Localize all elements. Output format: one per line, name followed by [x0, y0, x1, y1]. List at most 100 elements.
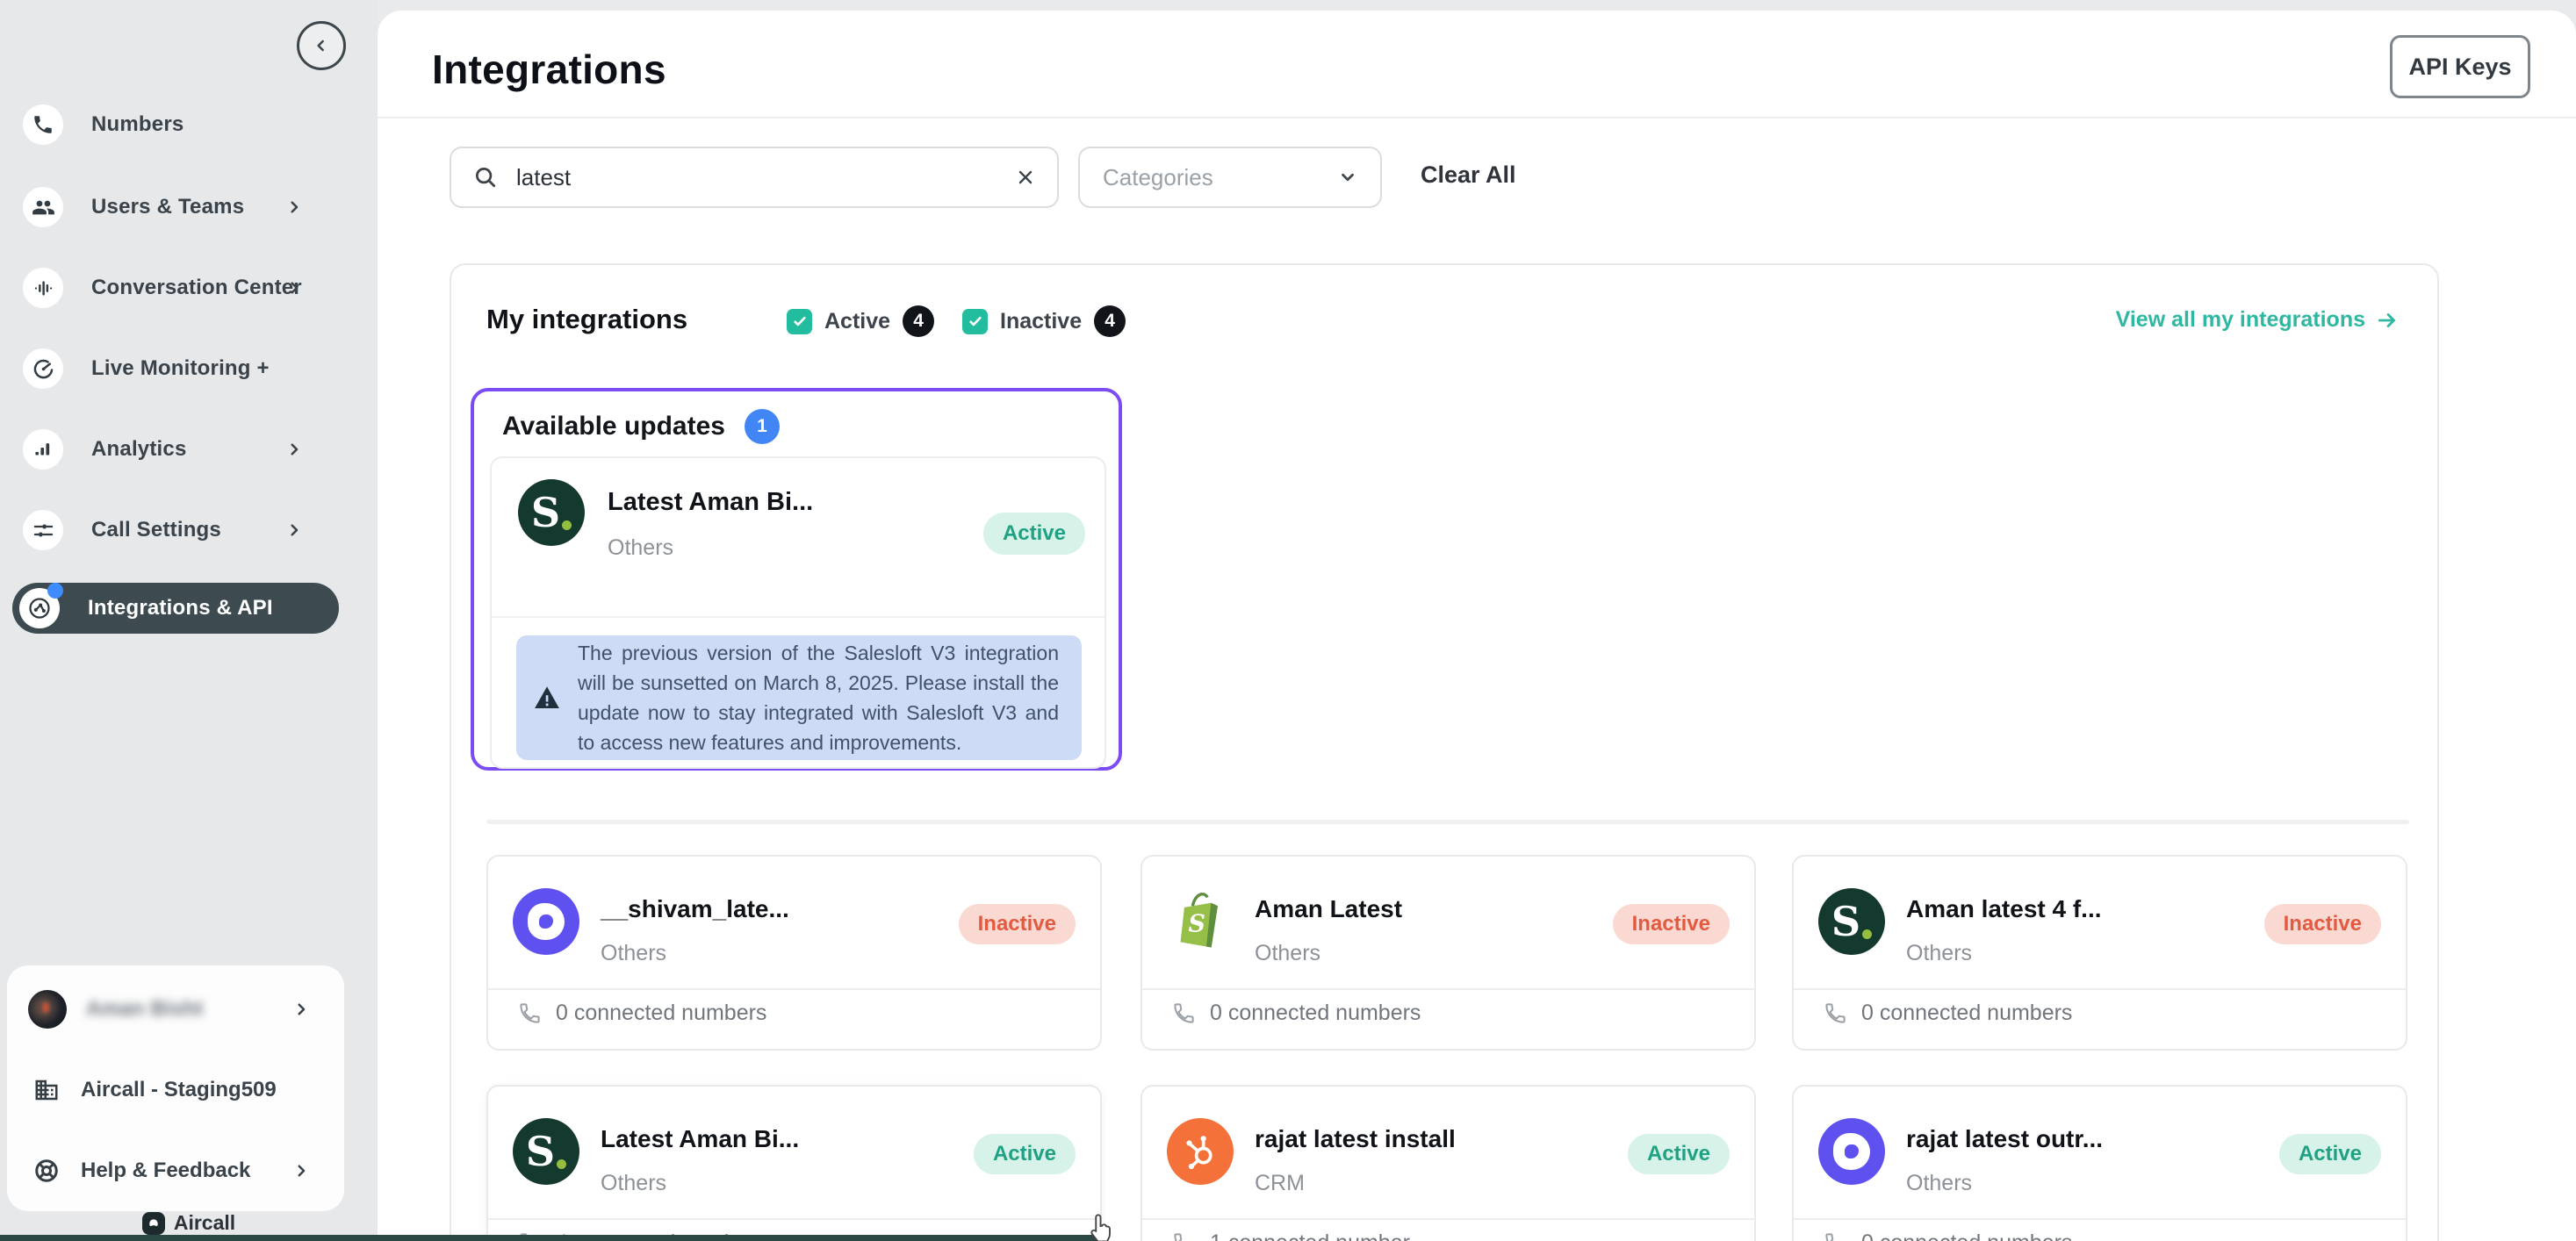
available-updates-count-badge: 1 [745, 409, 780, 444]
available-updates-title: Available updates [502, 412, 725, 441]
integration-name: __shivam_late... [601, 895, 789, 923]
integration-name: Aman Latest [1255, 895, 1402, 923]
sidebar-collapse-button[interactable] [297, 21, 346, 70]
sidebar-item-analytics[interactable]: Analytics [23, 423, 355, 476]
connected-numbers-row: 0 connected numbers [518, 1001, 766, 1026]
sidebar-item-numbers[interactable]: Numbers [23, 98, 355, 151]
active-checkbox[interactable] [787, 309, 812, 334]
salesloft-logo-icon: S [518, 479, 585, 546]
notification-dot [47, 583, 63, 599]
check-icon [968, 313, 983, 329]
view-all-integrations-link[interactable]: View all my integrations [2116, 307, 2399, 333]
connected-numbers-text: 1 connected number [1210, 1230, 1410, 1241]
categories-dropdown[interactable]: Categories [1078, 147, 1382, 208]
sidebar-item-label: Users & Teams [91, 195, 244, 219]
sliders-icon [23, 510, 63, 550]
update-integration-card[interactable]: S Latest Aman Bi... Others Active The pr… [490, 456, 1106, 769]
integration-card[interactable]: rajat latest outr... Others Active 0 con… [1792, 1085, 2407, 1241]
hubspot-logo-icon [1167, 1118, 1234, 1185]
card-divider [1794, 1218, 2406, 1220]
api-keys-button[interactable]: API Keys [2390, 35, 2530, 98]
sidebar-item-label: Numbers [91, 112, 183, 137]
check-icon [792, 313, 808, 329]
brand-name: Aircall [174, 1211, 235, 1235]
section-divider [486, 820, 2409, 824]
connected-numbers-row: 0 connected numbers [1824, 1001, 2072, 1026]
phone-icon [1172, 1001, 1196, 1025]
integration-card[interactable]: rajat latest install CRM Active 1 connec… [1140, 1085, 1756, 1241]
status-badge: Inactive [1613, 904, 1730, 944]
status-badge: Active [983, 513, 1085, 555]
sidebar-item-conversation-center[interactable]: Conversation Center [23, 262, 355, 314]
integration-category: Others [1906, 941, 1972, 966]
clear-search-icon[interactable] [1015, 167, 1036, 188]
sidebar-item-users-teams[interactable]: Users & Teams [23, 181, 355, 233]
status-badge: Inactive [959, 904, 1076, 944]
organization-name: Aircall - Staging509 [81, 1078, 277, 1102]
svg-text:S: S [1188, 910, 1205, 937]
active-filter: Active 4 [787, 305, 934, 337]
sidebar-item-label: Conversation Center [91, 276, 302, 300]
card-divider [488, 1218, 1100, 1220]
integration-name: Aman latest 4 f... [1906, 895, 2102, 923]
chevron-right-icon [286, 199, 302, 215]
status-badge: Active [1628, 1134, 1730, 1174]
sidebar: Numbers Users & Teams Conversation Cente… [0, 0, 378, 1241]
integration-name: Latest Aman Bi... [608, 488, 813, 517]
sidebar-item-label: Integrations & API [88, 596, 273, 620]
bottom-toast-edge [0, 1235, 1105, 1241]
integration-card[interactable]: __shivam_late... Others Inactive 0 conne… [486, 855, 1102, 1051]
main-panel: Integrations API Keys latest Categories … [378, 11, 2576, 1241]
chevron-down-icon [1338, 168, 1357, 187]
bar-chart-icon [23, 429, 63, 470]
connected-numbers-text: 0 connected numbers [1210, 1001, 1421, 1026]
lifebuoy-icon [32, 1156, 61, 1186]
arrow-right-icon [2376, 309, 2399, 332]
integration-card[interactable]: S Aman Latest Others Inactive 0 connecte… [1140, 855, 1756, 1051]
connected-numbers-row: 0 connected numbers [1824, 1230, 2072, 1241]
connected-numbers-text: 0 connected numbers [1861, 1001, 2072, 1026]
salesloft-logo-icon: S [513, 1118, 579, 1185]
user-profile-row[interactable]: Aman Bisht [28, 986, 323, 1032]
connected-numbers-text: 0 connected numbers [556, 1001, 766, 1026]
phone-icon [1824, 1001, 1847, 1025]
status-badge: Inactive [2264, 904, 2381, 944]
search-value: latest [516, 164, 1015, 191]
view-all-label: View all my integrations [2116, 307, 2365, 333]
clear-all-button[interactable]: Clear All [1421, 161, 1516, 189]
help-feedback-row[interactable]: Help & Feedback [28, 1148, 323, 1194]
brand-footer: Aircall [0, 1211, 378, 1235]
outreach-logo-icon [1818, 1118, 1885, 1185]
integration-card[interactable]: S Aman latest 4 f... Others Inactive 0 c… [1792, 855, 2407, 1051]
radar-icon [23, 348, 63, 389]
user-name: Aman Bisht [86, 997, 203, 1022]
header-divider [378, 117, 2576, 118]
available-updates-header: Available updates 1 [502, 409, 780, 444]
phone-icon [23, 104, 63, 145]
waveform-icon [23, 268, 63, 308]
my-integrations-section: My integrations Active 4 Inactive 4 View… [450, 263, 2439, 1241]
aircall-logo-icon [142, 1212, 165, 1235]
inactive-checkbox[interactable] [962, 309, 988, 334]
connected-numbers-text: 0 connected numbers [1861, 1230, 2072, 1241]
search-input[interactable]: latest [450, 147, 1059, 208]
categories-placeholder: Categories [1103, 164, 1213, 191]
chevron-right-icon [286, 441, 302, 457]
sunset-alert: The previous version of the Salesloft V3… [516, 635, 1082, 760]
sidebar-item-call-settings[interactable]: Call Settings [23, 504, 355, 556]
sidebar-item-label: Live Monitoring + [91, 356, 270, 381]
available-updates-box: Available updates 1 S Latest Aman Bi... … [471, 388, 1122, 771]
organization-row[interactable]: Aircall - Staging509 [28, 1067, 323, 1113]
integration-category: CRM [1255, 1171, 1305, 1196]
sidebar-item-live-monitoring[interactable]: Live Monitoring + [23, 342, 355, 395]
card-divider [1142, 1218, 1754, 1220]
integration-category: Others [608, 535, 673, 561]
integration-card[interactable]: S Latest Aman Bi... Others Active 4 conn… [486, 1085, 1102, 1241]
phone-icon [518, 1001, 542, 1025]
connected-numbers-row: 1 connected number [1172, 1230, 1410, 1241]
chevron-right-icon [293, 1163, 309, 1179]
sidebar-item-integrations-api[interactable]: Integrations & API [12, 583, 339, 634]
integration-category: Others [1255, 941, 1320, 966]
card-divider [488, 988, 1100, 990]
sidebar-item-label: Analytics [91, 437, 187, 462]
